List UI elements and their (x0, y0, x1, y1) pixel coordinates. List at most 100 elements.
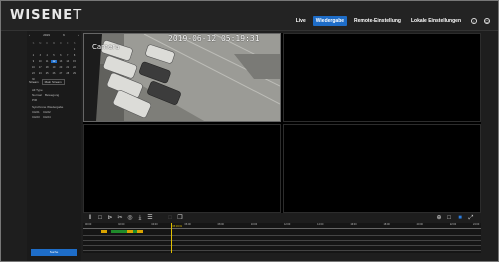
nav-live[interactable]: Live (293, 16, 309, 26)
single-view-icon[interactable]: □ (446, 215, 452, 221)
nav-playback[interactable]: Wiedergabe (312, 16, 348, 26)
calendar-year: 2019 (43, 33, 50, 37)
calendar-day[interactable]: 26 (51, 72, 58, 75)
calendar-header: ‹ 2019 6 › (29, 33, 79, 37)
calendar-day[interactable]: 11 (44, 60, 51, 63)
calendar-day[interactable]: 18 (44, 66, 51, 69)
calendar-day[interactable]: 7 (64, 54, 71, 57)
calendar-day[interactable]: 12 (50, 60, 58, 63)
osd-timestamp: 2019-06-12 05:19:31 (168, 34, 260, 43)
weekday-label: D (46, 42, 49, 45)
calendar-day (57, 48, 64, 51)
playback-timeline[interactable]: 00:00 02:00 04:00 06:00 08:00 10:00 12:00 14:00… (83, 223, 481, 253)
timeline-hour-label: 08:00 (217, 223, 224, 226)
calendar-day[interactable]: 25 (44, 72, 51, 75)
brand-logo: WISENET (10, 8, 83, 23)
download-icon[interactable]: ⤓ (137, 215, 143, 221)
timeline-channel-row (83, 245, 481, 246)
nav-remote-settings[interactable]: Remote-Einstellung (351, 16, 404, 26)
calendar-day[interactable]: 13 (57, 60, 64, 63)
snapshot-icon[interactable]: ◎ (127, 215, 133, 221)
timeline-hour-scale: 00:00 02:00 04:00 06:00 08:00 10:00 12:00 14:00… (83, 223, 481, 229)
search-panel: ‹ 2019 6 › S M D M D F S 1 2 3 4 5 6 7 8 9 10 11 12 13 14 15 1… (27, 31, 81, 261)
lock-icon: □ (168, 215, 172, 221)
timeline-channel-row (83, 240, 481, 241)
channel-3[interactable]: CH03 (32, 115, 40, 119)
channel-1[interactable]: CH01 (32, 110, 40, 114)
pause-icon[interactable]: ‖ (87, 215, 93, 221)
next-month-icon[interactable]: › (78, 33, 79, 37)
power-icon[interactable]: ⏻ (484, 18, 490, 24)
calendar-day (37, 48, 44, 51)
app-window: WISENET Live Wiedergabe Remote-Einstellu… (0, 0, 499, 262)
calendar-day[interactable]: 16 (30, 66, 37, 69)
type-pir[interactable]: PIR (32, 98, 63, 103)
recording-segment[interactable] (136, 230, 143, 233)
calendar-day[interactable]: 2 (30, 54, 37, 57)
info-icon[interactable]: i (471, 18, 477, 24)
weekday-label: S (32, 42, 35, 45)
header-bar: WISENET Live Wiedergabe Remote-Einstellu… (1, 1, 498, 31)
calendar-day[interactable]: 15 (71, 60, 78, 63)
type-motion[interactable]: Bewegung (45, 93, 59, 97)
list-icon[interactable]: ☰ (147, 215, 153, 221)
nav-local-settings[interactable]: Lokale Einstellungen (408, 16, 464, 26)
timeline-hour-label: 04:00 (151, 223, 158, 226)
stream-select[interactable]: Main Stream (41, 79, 65, 85)
timeline-hour-label: 02:00 (118, 223, 125, 226)
calendar-day[interactable]: 4 (44, 54, 51, 57)
video-tile-1[interactable]: 2019-06-12 05:19:31 Camera (83, 33, 281, 122)
calendar-day[interactable]: 10 (37, 60, 44, 63)
playback-toolbar: ‖ □ ⊳ ✂ ◎ ⤓ ☰ □ ❐ ⊕ □ ■ ⤢ (83, 214, 481, 223)
recording-segment[interactable] (126, 230, 133, 233)
calendar-day[interactable]: 24 (37, 72, 44, 75)
prev-year-icon[interactable]: ‹ (29, 33, 30, 37)
clip-icon[interactable]: ✂ (117, 215, 123, 221)
calendar-day[interactable]: 5 (51, 54, 58, 57)
search-button[interactable]: Suche (31, 249, 77, 256)
copy-icon[interactable]: ❐ (177, 215, 183, 221)
channel-2[interactable]: CH02 (43, 110, 51, 114)
calendar-month: 6 (63, 33, 65, 37)
channel-4[interactable]: CH04 (43, 115, 51, 119)
calendar-day[interactable]: 28 (64, 72, 71, 75)
calendar-day[interactable]: 6 (57, 54, 64, 57)
recording-segment[interactable] (110, 230, 137, 233)
video-tile-3[interactable] (83, 124, 281, 213)
frame-icon[interactable]: ⊳ (107, 215, 113, 221)
calendar-day[interactable]: 20 (57, 66, 64, 69)
weekday-label: M (39, 42, 42, 45)
osd-camera-name: Camera (92, 43, 120, 51)
calendar-day[interactable]: 22 (71, 66, 78, 69)
video-tile-2[interactable] (283, 33, 481, 122)
timeline-channel-row (83, 250, 481, 251)
calendar-day[interactable]: 27 (57, 72, 64, 75)
zoom-icon[interactable]: ⊕ (436, 215, 442, 221)
calendar-day (30, 48, 37, 51)
calendar-day[interactable]: 9 (30, 60, 37, 63)
calendar-day[interactable]: 17 (37, 66, 44, 69)
timeline-hour-label: 18:00 (383, 223, 390, 226)
calendar-day[interactable]: 19 (51, 66, 58, 69)
quad-view-icon[interactable]: ■ (457, 215, 463, 221)
stop-icon[interactable]: □ (97, 215, 103, 221)
fullscreen-icon[interactable]: ⤢ (468, 215, 474, 221)
weekday-label: D (59, 42, 62, 45)
weekday-label: F (66, 42, 69, 45)
timeline-hour-label: 00:00 (85, 223, 92, 226)
recording-segment[interactable] (100, 230, 107, 233)
calendar-day[interactable]: 8 (71, 54, 78, 57)
video-tile-4[interactable] (283, 124, 481, 213)
calendar-day[interactable]: 29 (71, 72, 78, 75)
calendar-day[interactable]: 14 (64, 60, 71, 63)
calendar-day[interactable]: 3 (37, 54, 44, 57)
calendar-day[interactable]: 23 (30, 72, 37, 75)
timeline-hour-label: 12:00 (284, 223, 291, 226)
weekday-label: S (73, 42, 76, 45)
type-normal[interactable]: Normal (32, 93, 42, 97)
timeline-hour-label: 20:00 (416, 223, 423, 226)
calendar-day[interactable]: 21 (64, 66, 71, 69)
timeline-channel-row (83, 235, 481, 236)
timeline-hour-label: 16:00 (350, 223, 357, 226)
calendar-day[interactable]: 1 (71, 48, 78, 51)
